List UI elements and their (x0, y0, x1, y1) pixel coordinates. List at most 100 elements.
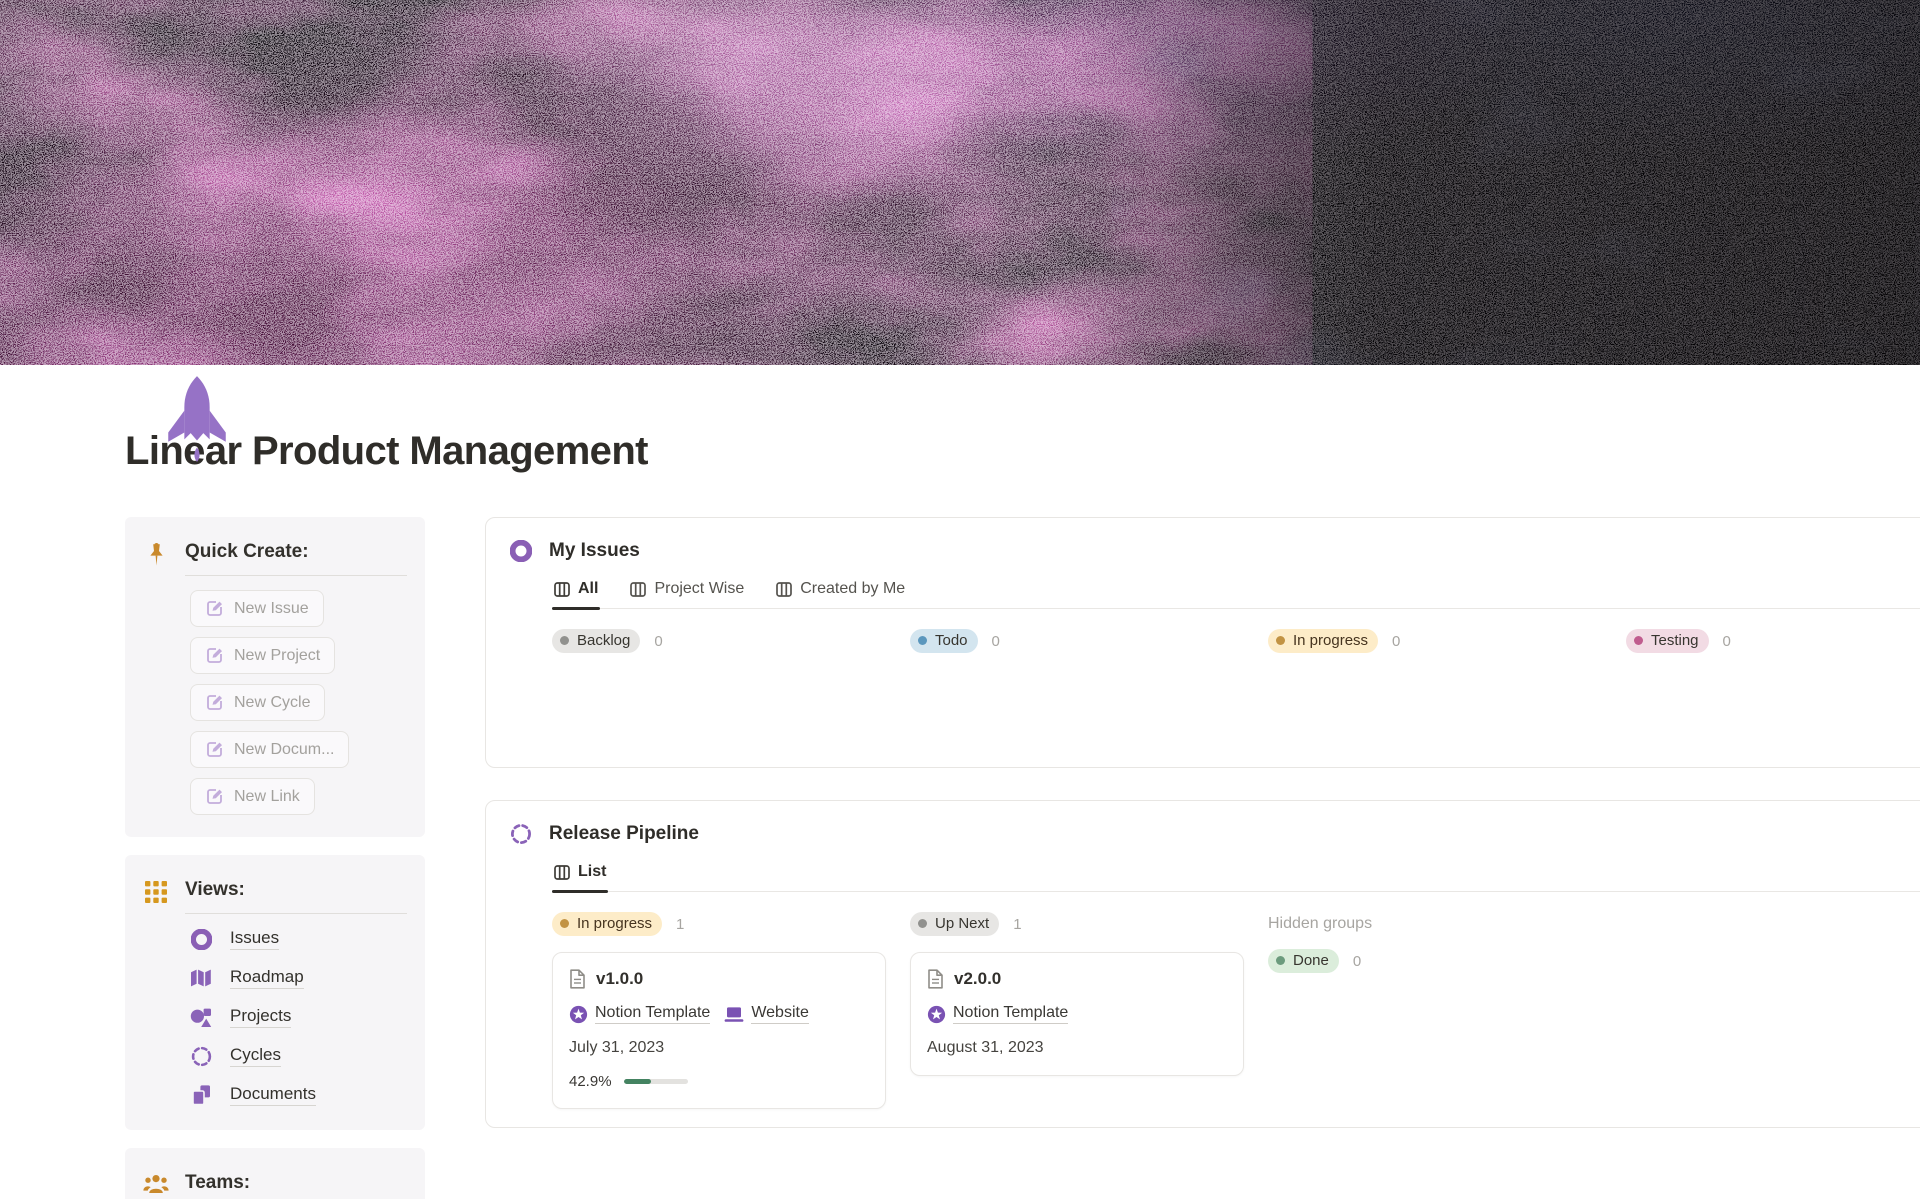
my-issues-database: My Issues All Project Wise Created by Me… (485, 517, 1920, 768)
tab-list[interactable]: List (552, 861, 609, 893)
board-view-icon (554, 864, 570, 880)
quick-create-panel: Quick Create: New Issue New Project New … (125, 517, 425, 837)
status-badge-in-progress[interactable]: In progress (1268, 629, 1379, 653)
release-date: July 31, 2023 (569, 1039, 665, 1056)
issues-donut-icon (190, 928, 212, 950)
my-issues-tabs: All Project Wise Created by Me (552, 578, 1920, 610)
status-badge-label: In progress (577, 915, 653, 932)
grid-icon (143, 879, 169, 903)
release-card-title: v1.0.0 (596, 969, 644, 988)
board-view-icon (630, 581, 647, 597)
new-link-button[interactable]: New Link (190, 778, 315, 815)
tab-created-by-me[interactable]: Created by Me (774, 578, 907, 608)
my-issues-title[interactable]: My Issues (549, 540, 640, 562)
group-count: 0 (1392, 632, 1401, 650)
projects-shapes-icon (190, 1007, 212, 1028)
cycles-link[interactable]: Cycles (230, 1045, 282, 1067)
roadmap-link[interactable]: Roadmap (230, 967, 304, 989)
tab-project-wise[interactable]: Project Wise (628, 578, 746, 608)
board-view-icon (776, 581, 793, 597)
sidebar-item-issues[interactable]: Issues (190, 928, 407, 950)
board-columns: Backlog 0 Todo 0 In progress 0 Testing 0 (552, 629, 1920, 653)
quick-create-title: Quick Create: (185, 541, 407, 576)
rocket-page-icon[interactable] (158, 375, 236, 467)
page-icon (570, 969, 585, 989)
tab-all-label: All (578, 580, 599, 597)
sidebar-item-roadmap[interactable]: Roadmap (190, 967, 407, 989)
roadmap-map-icon (190, 968, 212, 988)
tab-all[interactable]: All (552, 578, 601, 610)
status-dot (918, 636, 927, 645)
status-badge-backlog[interactable]: Backlog (552, 629, 641, 653)
status-dot (560, 919, 569, 928)
tab-created-by-me-label: Created by Me (800, 580, 906, 597)
group-count: 0 (1722, 632, 1731, 650)
pipeline-column-in-progress: In progress 1 v1.0.0 Notion Template Web… (552, 912, 886, 1109)
views-panel: Views: Issues Roadmap Projects Cycles Do… (125, 855, 425, 1130)
release-card-v2[interactable]: v2.0.0 Notion Template August 31, 2023 (910, 952, 1244, 1076)
new-link-label: New Link (234, 787, 300, 805)
status-badge-done[interactable]: Done (1268, 949, 1339, 973)
release-pipeline-title[interactable]: Release Pipeline (549, 823, 699, 845)
release-date: August 31, 2023 (927, 1039, 1044, 1056)
new-cycle-button[interactable]: New Cycle (190, 684, 326, 721)
edit-pencil-icon (207, 742, 222, 757)
new-project-button[interactable]: New Project (190, 637, 336, 674)
page-title[interactable]: Linear Product Management (125, 427, 1795, 475)
notion-template-label: Notion Template (953, 1004, 1069, 1024)
status-dot (1634, 636, 1643, 645)
website-link[interactable]: Website (724, 1004, 809, 1024)
sidebar-item-cycles[interactable]: Cycles (190, 1045, 407, 1067)
new-issue-button[interactable]: New Issue (190, 590, 324, 627)
new-project-label: New Project (234, 646, 321, 664)
board-column-in-progress: In progress 0 (1268, 629, 1602, 653)
status-dot (1276, 956, 1285, 965)
pipeline-hidden-groups: Hidden groups Done 0 (1268, 912, 1602, 1109)
nebula-fade (0, 0, 1920, 365)
status-badge-testing[interactable]: Testing (1626, 629, 1709, 653)
notion-star-icon (927, 1005, 946, 1023)
progress-row: 42.9% (569, 1073, 869, 1090)
new-issue-label: New Issue (234, 599, 309, 617)
projects-link[interactable]: Projects (230, 1006, 292, 1028)
board-column-backlog: Backlog 0 (552, 629, 886, 653)
sidebar: Quick Create: New Issue New Project New … (125, 517, 425, 1199)
status-badge-todo[interactable]: Todo (910, 629, 978, 653)
people-icon (143, 1172, 169, 1194)
new-document-button[interactable]: New Docum... (190, 731, 350, 768)
group-count: 0 (991, 632, 1000, 650)
documents-link[interactable]: Documents (230, 1084, 316, 1106)
tab-project-wise-label: Project Wise (654, 580, 745, 597)
pushpin-icon (143, 541, 169, 567)
edit-pencil-icon (207, 695, 222, 710)
new-document-label: New Docum... (234, 740, 335, 758)
views-title: Views: (185, 879, 407, 914)
board-column-todo: Todo 0 (910, 629, 1244, 653)
status-badge-in-progress[interactable]: In progress (552, 912, 663, 936)
group-count: 1 (1013, 915, 1022, 933)
edit-pencil-icon (207, 601, 222, 616)
notion-template-link[interactable]: Notion Template (927, 1004, 1069, 1024)
notion-template-link[interactable]: Notion Template (569, 1004, 711, 1024)
status-dot (560, 636, 569, 645)
cycles-dashed-circle-icon (510, 823, 532, 845)
board-view-icon (554, 581, 570, 597)
group-count: 1 (676, 915, 685, 933)
release-pipeline-database: Release Pipeline List In progress 1 v1.0… (485, 800, 1920, 1128)
status-badge-up-next[interactable]: Up Next (910, 912, 1000, 936)
release-card-v1[interactable]: v1.0.0 Notion Template Website July 31, … (552, 952, 886, 1109)
issues-link[interactable]: Issues (230, 928, 280, 950)
status-badge-label: Todo (935, 632, 968, 649)
status-badge-label: Testing (1651, 632, 1699, 649)
board-empty-space (552, 653, 1920, 749)
sidebar-item-projects[interactable]: Projects (190, 1006, 407, 1028)
new-cycle-label: New Cycle (234, 693, 311, 711)
cover-image (0, 0, 1920, 365)
group-count: 0 (1352, 952, 1362, 970)
sidebar-item-documents[interactable]: Documents (190, 1084, 407, 1106)
website-label: Website (751, 1004, 809, 1024)
progress-bar (623, 1079, 688, 1084)
hidden-groups-label[interactable]: Hidden groups (1268, 912, 1602, 933)
notion-star-icon (569, 1005, 588, 1023)
documents-pages-icon (190, 1084, 212, 1106)
